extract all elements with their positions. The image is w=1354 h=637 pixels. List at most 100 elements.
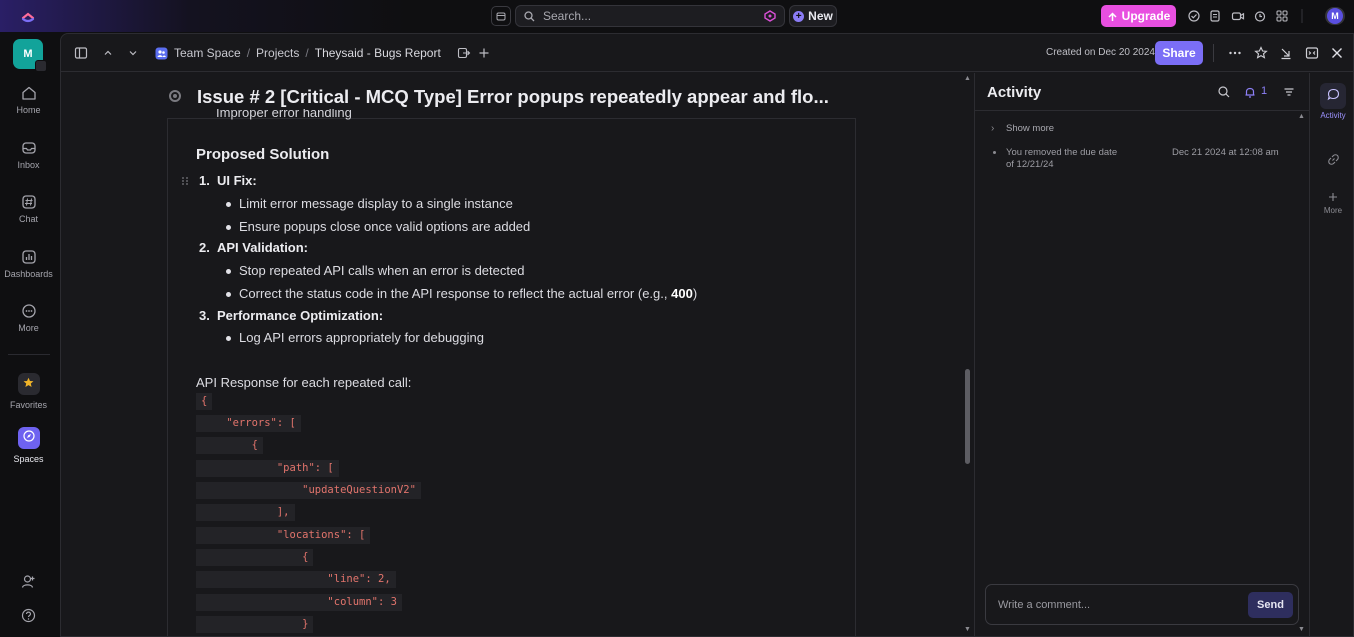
new-label: New — [808, 9, 833, 23]
section-heading: Proposed Solution — [196, 146, 330, 163]
comment-input[interactable]: Write a comment... — [998, 599, 1090, 611]
search-input[interactable]: Search... — [515, 5, 785, 27]
upgrade-button[interactable]: Upgrade — [1101, 5, 1176, 27]
clipped-text: Improper error handling — [216, 109, 352, 120]
list-label: Performance Optimization: — [217, 308, 384, 323]
document-scrollbar[interactable] — [965, 369, 970, 464]
app-logo-icon[interactable] — [20, 8, 36, 24]
scroll-up-arrow-icon[interactable]: ▲ — [1298, 113, 1305, 120]
activity-bullet — [993, 151, 996, 154]
nav-spaces[interactable]: Spaces — [0, 427, 57, 464]
dashboards-icon — [21, 250, 36, 264]
show-more-link[interactable]: Show more — [1006, 123, 1054, 134]
activity-panel: Activity 1 › Show more You removed the d… — [974, 73, 1309, 637]
more-tab[interactable]: More — [1310, 191, 1354, 215]
ellipsis-icon[interactable] — [1228, 46, 1242, 60]
inbox-icon — [21, 142, 36, 154]
apps-grid-icon[interactable] — [1275, 9, 1289, 23]
search-icon[interactable] — [1217, 85, 1231, 99]
list-item: 1. UI Fix: — [199, 173, 257, 188]
scroll-down-arrow-icon[interactable]: ▼ — [964, 626, 971, 633]
video-icon[interactable] — [1231, 9, 1245, 23]
list-number: 2. — [199, 240, 210, 255]
code-line: "errors": [ — [196, 415, 301, 432]
activity-entry-text: You removed the due date of 12/21/24 — [1006, 147, 1118, 170]
scroll-up-arrow-icon[interactable]: ▲ — [964, 75, 971, 82]
chevron-up-icon[interactable] — [101, 46, 115, 60]
send-button[interactable]: Send — [1248, 592, 1293, 618]
list-label: API Validation: — [217, 240, 309, 255]
breadcrumb-team-space[interactable]: Team Space — [174, 46, 241, 60]
ai-brain-icon[interactable] — [764, 10, 776, 22]
check-circle-icon[interactable] — [1187, 9, 1201, 23]
calendar-icon — [496, 12, 506, 21]
filter-icon[interactable] — [1282, 85, 1296, 99]
bullet-text: Correct the status code in the API respo… — [239, 286, 672, 301]
move-task-icon[interactable] — [457, 46, 471, 60]
chat-icon — [21, 195, 36, 209]
list-number: 1. — [199, 173, 210, 188]
activity-entry-date: Dec 21 2024 at 12:08 am — [1172, 147, 1279, 158]
spaces-badge — [17, 427, 40, 449]
plus-icon — [1329, 193, 1337, 201]
alarm-clock-icon[interactable] — [1253, 9, 1267, 23]
task-status-icon[interactable] — [169, 90, 181, 102]
home-icon — [21, 86, 36, 100]
new-button[interactable]: + New — [789, 5, 837, 27]
bell-icon[interactable] — [1243, 85, 1257, 99]
nav-spaces-label: Spaces — [13, 454, 44, 464]
sidebar-toggle-icon[interactable] — [74, 46, 88, 60]
nav-dashboards[interactable]: Dashboards — [0, 249, 57, 279]
close-icon[interactable] — [1330, 46, 1344, 60]
task-title[interactable]: Issue # 2 [Critical - MCQ Type] Error po… — [197, 86, 829, 108]
code-line: ], — [196, 504, 295, 521]
user-avatar[interactable]: M — [1325, 7, 1345, 25]
workspace-dropdown-icon[interactable] — [35, 60, 47, 72]
list-number: 3. — [199, 308, 210, 323]
minimize-icon[interactable] — [1279, 46, 1293, 60]
bullet-item: Correct the status code in the API respo… — [225, 286, 697, 301]
search-icon — [524, 10, 535, 21]
code-line: "updateQuestionV2" — [196, 482, 421, 499]
calendar-button[interactable] — [491, 6, 511, 26]
scroll-down-arrow-icon[interactable]: ▼ — [1298, 626, 1305, 633]
links-tab[interactable] — [1310, 153, 1354, 169]
chevron-down-icon[interactable] — [126, 46, 140, 60]
plus-icon[interactable] — [477, 46, 491, 60]
upgrade-label: Upgrade — [1121, 9, 1171, 23]
nav-more-label: More — [18, 323, 39, 333]
link-icon — [1327, 154, 1339, 165]
share-button[interactable]: Share — [1155, 41, 1203, 65]
list-item: 2. API Validation: — [199, 240, 308, 255]
invite-user-icon[interactable] — [21, 574, 36, 589]
breadcrumb-projects[interactable]: Projects — [256, 46, 299, 60]
drag-handle-icon[interactable] — [181, 176, 189, 186]
nav-home-label: Home — [16, 105, 41, 115]
search-placeholder: Search... — [543, 9, 592, 23]
star-outline-icon[interactable] — [1254, 46, 1268, 60]
breadcrumb-separator: / — [246, 46, 251, 60]
nav-dashboards-label: Dashboards — [4, 269, 53, 279]
expand-icon[interactable] — [1305, 46, 1319, 60]
notepad-icon[interactable] — [1208, 9, 1222, 23]
breadcrumb-list[interactable]: Theysaid - Bugs Report — [315, 46, 441, 60]
nav-chat[interactable]: Chat — [0, 194, 57, 224]
nav-favorites[interactable]: Favorites — [0, 373, 57, 410]
nav-inbox[interactable]: Inbox — [0, 140, 57, 170]
bullet-item: Log API errors appropriately for debuggi… — [226, 330, 484, 345]
rail-divider — [8, 354, 50, 355]
nav-more[interactable]: More — [0, 303, 57, 333]
activity-tab[interactable]: Activity — [1310, 83, 1354, 120]
nav-home[interactable]: Home — [0, 85, 57, 115]
help-icon[interactable] — [21, 608, 36, 623]
comment-icon — [1327, 88, 1339, 101]
chevron-right-icon[interactable]: › — [991, 123, 994, 134]
nav-inbox-label: Inbox — [17, 160, 40, 170]
activity-title: Activity — [987, 84, 1042, 101]
plus-icon: + — [793, 10, 805, 22]
notification-count: 1 — [1261, 85, 1268, 97]
task-document: Issue # 2 [Critical - MCQ Type] Error po… — [61, 73, 973, 637]
list-item: 3. Performance Optimization: — [199, 308, 383, 323]
vertical-divider-icon — [1301, 9, 1303, 23]
comment-box[interactable]: Write a comment... Send — [985, 584, 1299, 625]
